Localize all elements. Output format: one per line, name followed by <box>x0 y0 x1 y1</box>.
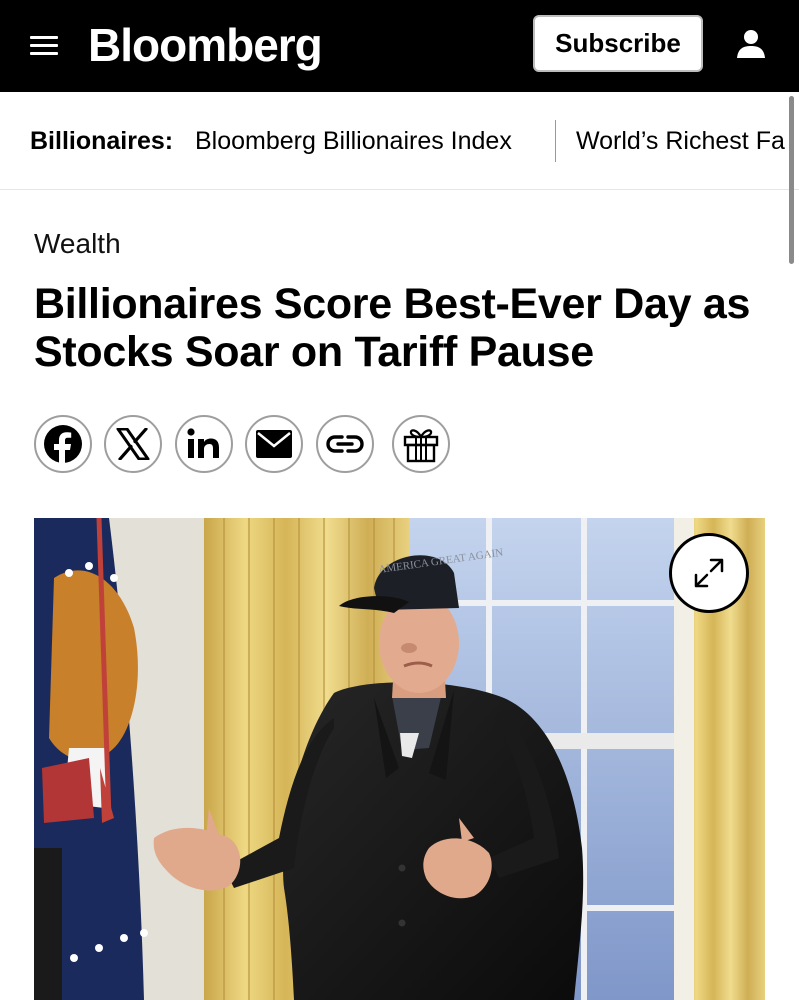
facebook-share-button[interactable] <box>34 415 92 473</box>
bloomberg-logo[interactable]: Bloomberg <box>88 18 323 72</box>
linkedin-share-button[interactable] <box>175 415 233 473</box>
email-share-button[interactable] <box>245 415 303 473</box>
subnav-link-billionaires-index[interactable]: Bloomberg Billionaires Index <box>195 127 512 156</box>
user-icon[interactable] <box>736 28 766 60</box>
linkedin-icon <box>187 428 219 458</box>
subnav-divider <box>555 120 556 162</box>
subnav-link-richest-families[interactable]: World’s Richest Fa <box>576 127 785 156</box>
x-share-button[interactable] <box>104 415 162 473</box>
expand-image-button[interactable] <box>669 533 749 613</box>
top-bar: Bloomberg Subscribe <box>0 0 799 92</box>
scrollbar[interactable] <box>789 96 794 264</box>
x-icon <box>116 428 150 460</box>
subscribe-button[interactable]: Subscribe <box>533 15 703 72</box>
billionaires-subnav: Billionaires: Bloomberg Billionaires Ind… <box>0 92 799 190</box>
gift-article-button[interactable] <box>392 415 450 473</box>
article-hero-image[interactable]: AMERICA GREAT AGAIN <box>34 518 765 1000</box>
link-icon <box>326 435 364 453</box>
subnav-label: Billionaires: <box>30 127 174 155</box>
article-category[interactable]: Wealth <box>34 228 121 260</box>
expand-icon <box>694 558 724 588</box>
copy-link-button[interactable] <box>316 415 374 473</box>
gift-icon <box>403 429 439 463</box>
facebook-icon <box>44 425 82 464</box>
hamburger-menu-icon[interactable] <box>30 30 60 60</box>
email-icon <box>256 430 292 458</box>
article-headline: Billionaires Score Best-Ever Day as Stoc… <box>34 280 751 376</box>
